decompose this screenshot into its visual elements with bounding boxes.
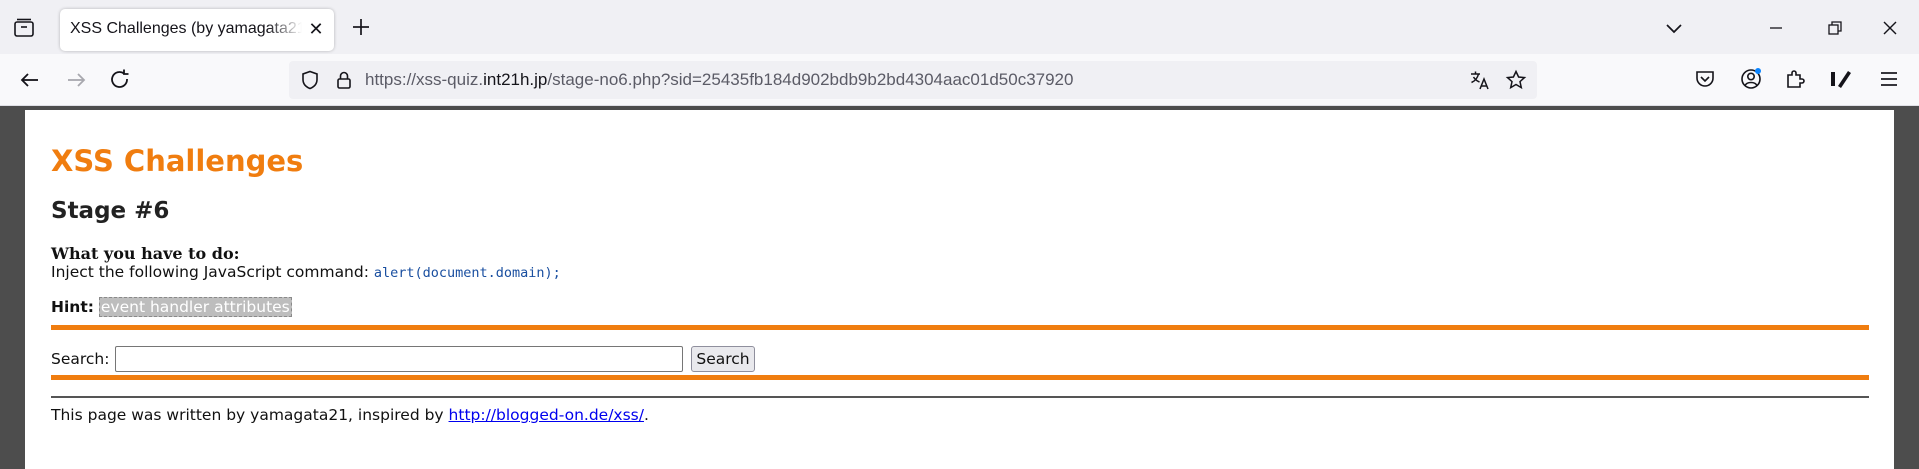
tab-title: XSS Challenges (by yamagata21) - Stage #… [70,20,302,37]
task-description: Inject the following JavaScript command:… [51,263,561,281]
pen-extension-icon[interactable] [1828,66,1854,92]
back-arrow-icon[interactable] [16,66,44,94]
footer-link[interactable]: http://blogged-on.de/xss/ [449,406,644,424]
minimize-icon[interactable] [1764,16,1788,40]
divider-top [51,325,1869,330]
tracking-protection-shield-icon[interactable] [299,69,321,91]
footer-end: . [643,406,649,424]
divider-bottom [51,375,1869,380]
firefox-view-icon[interactable] [12,16,36,40]
translate-icon[interactable] [1469,69,1491,91]
chevron-down-icon[interactable] [1662,16,1686,40]
task-code: alert(document.domain); [373,265,561,281]
restore-icon[interactable] [1822,16,1846,40]
url-text[interactable]: https://xss-quiz.int21h.jp/stage-no6.php… [365,70,1073,90]
tab-close-icon[interactable]: ✕ [306,20,326,40]
task-label: What you have to do: [51,244,240,263]
tab-bar: XSS Challenges (by yamagata21) - Stage #… [0,0,1919,54]
tab-active[interactable]: XSS Challenges (by yamagata21) - Stage #… [60,9,334,51]
search-button[interactable]: Search [691,346,755,372]
web-page: XSS Challenges Stage #6 What you have to… [25,110,1894,469]
stage-title: Stage #6 [51,198,170,224]
url-domain: int21h.jp [483,70,548,89]
forward-arrow-icon[interactable] [62,66,90,94]
reload-icon[interactable] [106,66,134,94]
search-input[interactable] [115,346,683,372]
site-title: XSS Challenges [51,144,304,178]
bookmark-star-icon[interactable] [1505,69,1527,91]
url-bar[interactable]: https://xss-quiz.int21h.jp/stage-no6.php… [289,61,1537,99]
hint-value: event handler attributes [98,297,292,317]
extensions-icon[interactable] [1782,66,1808,92]
footer: This page was written by yamagata21, ins… [51,406,649,424]
new-tab-icon[interactable] [348,14,374,40]
footer-text: This page was written by yamagata21, ins… [51,406,449,424]
search-label: Search: [51,350,110,368]
task-text: Inject the following JavaScript command: [51,263,374,281]
close-window-icon[interactable] [1878,16,1902,40]
hint-label: Hint: [51,298,94,316]
url-prefix: https://xss-quiz. [365,70,484,89]
account-icon[interactable] [1738,66,1764,92]
hint: Hint: event handler attributes [51,297,292,317]
pocket-icon[interactable] [1692,66,1718,92]
navigation-toolbar: https://xss-quiz.int21h.jp/stage-no6.php… [0,54,1919,106]
menu-icon[interactable] [1876,66,1902,92]
lock-icon[interactable] [333,69,355,91]
footer-rule [51,396,1869,398]
url-path: /stage-no6.php?sid=25435fb184d902bdb9b2b… [547,70,1074,89]
